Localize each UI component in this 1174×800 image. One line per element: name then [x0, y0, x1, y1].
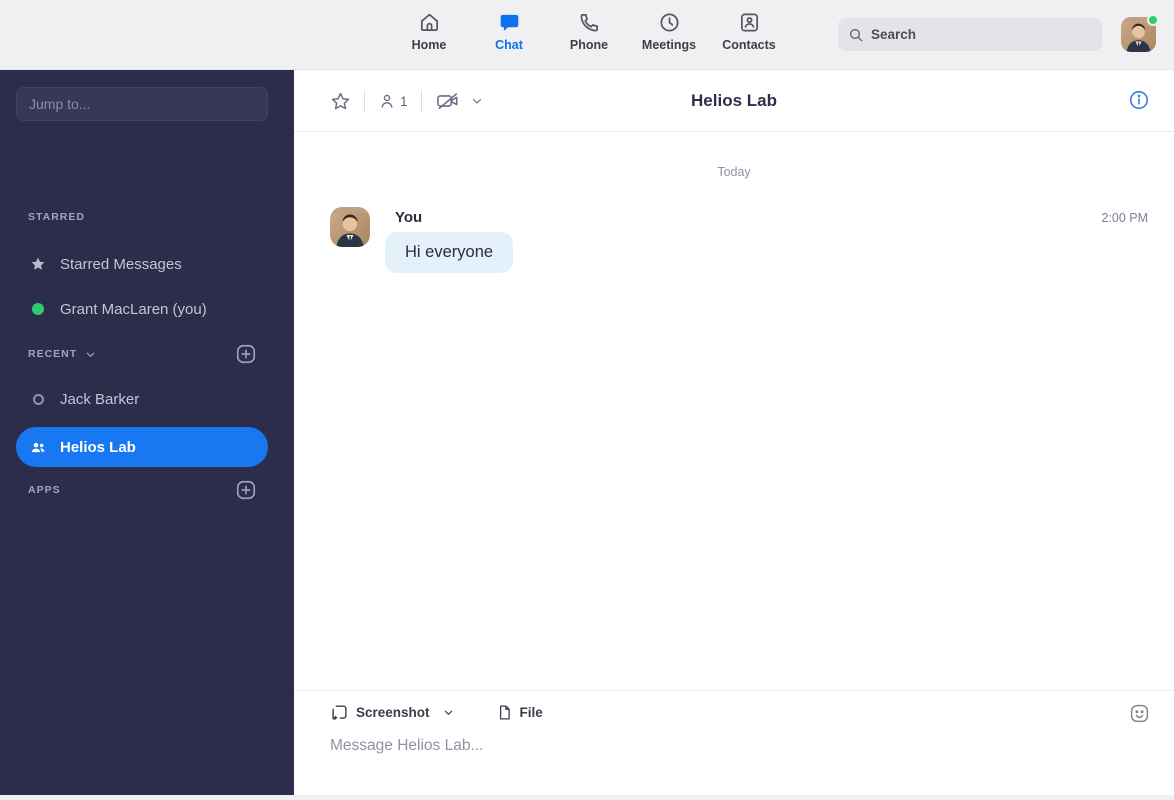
emoji-button[interactable] — [1129, 703, 1150, 724]
chat-icon — [497, 10, 521, 34]
starred-section-header: STARRED — [28, 211, 85, 223]
nav-phone-label: Phone — [569, 38, 609, 52]
nav-chat[interactable]: Chat — [478, 10, 540, 52]
sidebar-item-starred-messages[interactable]: Starred Messages — [16, 244, 268, 284]
chat-title: Helios Lab — [691, 91, 777, 110]
home-icon — [417, 10, 441, 34]
sidebar-item-jack-barker[interactable]: Jack Barker — [16, 379, 268, 419]
star-icon — [30, 256, 46, 272]
top-bar: Home Chat Phone Meetings Contacts — [0, 0, 1174, 70]
chat-header: 1 Helios Lab — [294, 70, 1174, 132]
file-icon — [496, 703, 513, 722]
sidebar-item-label: Jack Barker — [60, 390, 140, 408]
group-icon — [30, 439, 46, 456]
sidebar-item-helios-lab[interactable]: Helios Lab — [16, 427, 268, 467]
meetings-icon — [657, 10, 681, 34]
chat-panel: 1 Helios Lab Today You 2:00 PM Hi everyo… — [294, 70, 1174, 795]
nav-contacts-label: Contacts — [722, 38, 776, 52]
nav-home[interactable]: Home — [398, 10, 460, 52]
main-nav: Home Chat Phone Meetings Contacts — [398, 10, 780, 52]
chevron-down-icon — [85, 349, 96, 360]
nav-contacts[interactable]: Contacts — [718, 10, 780, 52]
search-input[interactable] — [871, 27, 1092, 42]
sidebar-item-label: Grant MacLaren (you) — [60, 300, 207, 318]
jump-to-box[interactable] — [16, 87, 268, 121]
apps-header-label: APPS — [28, 484, 61, 496]
contacts-icon — [737, 10, 761, 34]
apps-section-header: APPS — [28, 484, 61, 496]
window-bottom-edge — [0, 795, 1174, 800]
message-bubble[interactable]: Hi everyone — [385, 232, 514, 273]
recent-section-header[interactable]: RECENT — [28, 348, 96, 360]
presence-dot — [1147, 14, 1159, 26]
offline-circle-icon — [30, 393, 46, 405]
nav-phone[interactable]: Phone — [558, 10, 620, 52]
sidebar: STARRED Starred Messages Grant MacLaren … — [0, 70, 294, 795]
file-label: File — [519, 705, 543, 720]
recent-header-label: RECENT — [28, 348, 78, 360]
sidebar-item-grant-maclaren[interactable]: Grant MacLaren (you) — [16, 289, 268, 329]
nav-meetings[interactable]: Meetings — [638, 10, 700, 52]
avatar[interactable] — [330, 207, 370, 247]
phone-icon — [577, 10, 601, 34]
file-button[interactable]: File — [496, 703, 543, 722]
nav-chat-label: Chat — [495, 38, 523, 52]
starred-header-label: STARRED — [28, 211, 85, 223]
message-sender: You — [395, 209, 423, 226]
search-icon — [848, 27, 864, 43]
info-button[interactable] — [1128, 89, 1150, 111]
add-recent-button[interactable] — [234, 342, 257, 365]
chevron-down-icon — [443, 707, 454, 718]
date-divider: Today — [717, 165, 751, 179]
screenshot-label: Screenshot — [356, 705, 430, 720]
sidebar-item-label: Helios Lab — [60, 438, 136, 456]
add-app-button[interactable] — [234, 478, 257, 501]
screenshot-icon — [330, 703, 349, 722]
message-timestamp: 2:00 PM — [1101, 211, 1148, 225]
jump-to-input[interactable] — [29, 96, 255, 112]
nav-meetings-label: Meetings — [641, 38, 697, 52]
composer: Screenshot File — [294, 690, 1174, 795]
nav-home-label: Home — [411, 38, 447, 52]
online-dot-icon — [30, 303, 46, 315]
profile-avatar[interactable] — [1121, 14, 1159, 52]
sidebar-item-label: Starred Messages — [60, 255, 182, 273]
message-input[interactable] — [330, 737, 1030, 755]
global-search[interactable] — [838, 18, 1102, 51]
screenshot-button[interactable]: Screenshot — [330, 703, 454, 722]
